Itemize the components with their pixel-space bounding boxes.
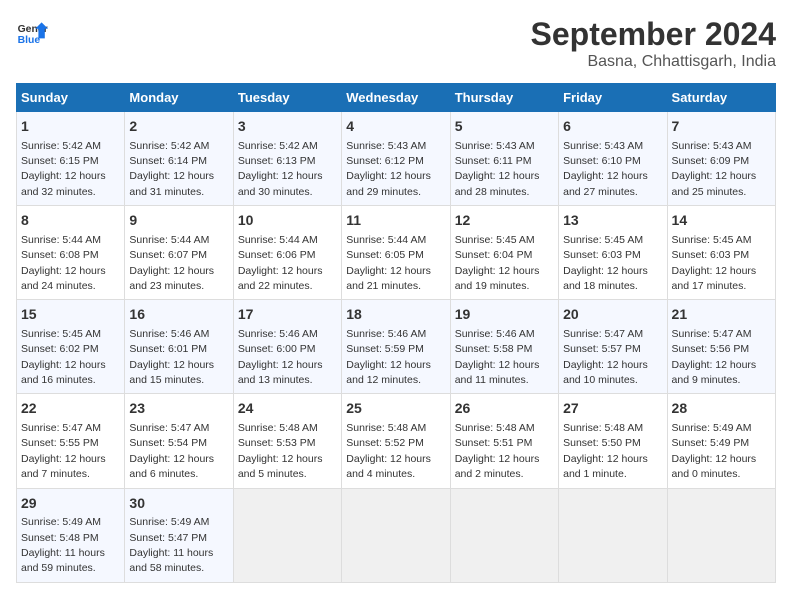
day-cell: 14 Sunrise: 5:45 AMSunset: 6:03 PMDaylig…: [667, 206, 775, 300]
page-header: General Blue September 2024 Basna, Chhat…: [16, 16, 776, 71]
svg-text:Blue: Blue: [18, 35, 41, 46]
day-cell: 6 Sunrise: 5:43 AMSunset: 6:10 PMDayligh…: [559, 112, 667, 206]
logo-icon: General Blue: [16, 16, 48, 48]
day-cell: 11 Sunrise: 5:44 AMSunset: 6:05 PMDaylig…: [342, 206, 450, 300]
day-cell: 5 Sunrise: 5:43 AMSunset: 6:11 PMDayligh…: [450, 112, 558, 206]
day-cell: 25 Sunrise: 5:48 AMSunset: 5:52 PMDaylig…: [342, 394, 450, 488]
day-cell: 1 Sunrise: 5:42 AMSunset: 6:15 PMDayligh…: [17, 112, 125, 206]
day-cell: 19 Sunrise: 5:46 AMSunset: 5:58 PMDaylig…: [450, 300, 558, 394]
day-cell: 12 Sunrise: 5:45 AMSunset: 6:04 PMDaylig…: [450, 206, 558, 300]
day-cell: 30 Sunrise: 5:49 AMSunset: 5:47 PMDaylig…: [125, 488, 233, 582]
day-cell: 21 Sunrise: 5:47 AMSunset: 5:56 PMDaylig…: [667, 300, 775, 394]
day-cell: 2 Sunrise: 5:42 AMSunset: 6:14 PMDayligh…: [125, 112, 233, 206]
logo: General Blue: [16, 16, 48, 48]
title-block: September 2024 Basna, Chhattisgarh, Indi…: [531, 16, 776, 71]
day-cell: 24 Sunrise: 5:48 AMSunset: 5:53 PMDaylig…: [233, 394, 341, 488]
col-saturday: Saturday: [667, 84, 775, 112]
day-cell: 15 Sunrise: 5:45 AMSunset: 6:02 PMDaylig…: [17, 300, 125, 394]
day-cell: 9 Sunrise: 5:44 AMSunset: 6:07 PMDayligh…: [125, 206, 233, 300]
day-cell: 23 Sunrise: 5:47 AMSunset: 5:54 PMDaylig…: [125, 394, 233, 488]
location: Basna, Chhattisgarh, India: [531, 53, 776, 71]
day-cell: 17 Sunrise: 5:46 AMSunset: 6:00 PMDaylig…: [233, 300, 341, 394]
day-cell: 16 Sunrise: 5:46 AMSunset: 6:01 PMDaylig…: [125, 300, 233, 394]
col-monday: Monday: [125, 84, 233, 112]
day-cell: 28 Sunrise: 5:49 AMSunset: 5:49 PMDaylig…: [667, 394, 775, 488]
day-cell: 18 Sunrise: 5:46 AMSunset: 5:59 PMDaylig…: [342, 300, 450, 394]
header-row: Sunday Monday Tuesday Wednesday Thursday…: [17, 84, 776, 112]
day-cell: 27 Sunrise: 5:48 AMSunset: 5:50 PMDaylig…: [559, 394, 667, 488]
day-cell: 8 Sunrise: 5:44 AMSunset: 6:08 PMDayligh…: [17, 206, 125, 300]
col-sunday: Sunday: [17, 84, 125, 112]
col-wednesday: Wednesday: [342, 84, 450, 112]
empty-cell: [450, 488, 558, 582]
day-cell: 7 Sunrise: 5:43 AMSunset: 6:09 PMDayligh…: [667, 112, 775, 206]
day-cell: 4 Sunrise: 5:43 AMSunset: 6:12 PMDayligh…: [342, 112, 450, 206]
day-cell: 3 Sunrise: 5:42 AMSunset: 6:13 PMDayligh…: [233, 112, 341, 206]
day-cell: 26 Sunrise: 5:48 AMSunset: 5:51 PMDaylig…: [450, 394, 558, 488]
col-friday: Friday: [559, 84, 667, 112]
table-row: 15 Sunrise: 5:45 AMSunset: 6:02 PMDaylig…: [17, 300, 776, 394]
empty-cell: [233, 488, 341, 582]
day-cell: 20 Sunrise: 5:47 AMSunset: 5:57 PMDaylig…: [559, 300, 667, 394]
table-row: 22 Sunrise: 5:47 AMSunset: 5:55 PMDaylig…: [17, 394, 776, 488]
col-thursday: Thursday: [450, 84, 558, 112]
table-row: 8 Sunrise: 5:44 AMSunset: 6:08 PMDayligh…: [17, 206, 776, 300]
col-tuesday: Tuesday: [233, 84, 341, 112]
table-row: 29 Sunrise: 5:49 AMSunset: 5:48 PMDaylig…: [17, 488, 776, 582]
day-cell: 13 Sunrise: 5:45 AMSunset: 6:03 PMDaylig…: [559, 206, 667, 300]
table-row: 1 Sunrise: 5:42 AMSunset: 6:15 PMDayligh…: [17, 112, 776, 206]
calendar-table: Sunday Monday Tuesday Wednesday Thursday…: [16, 83, 776, 583]
day-cell: 10 Sunrise: 5:44 AMSunset: 6:06 PMDaylig…: [233, 206, 341, 300]
empty-cell: [342, 488, 450, 582]
empty-cell: [559, 488, 667, 582]
day-cell: 22 Sunrise: 5:47 AMSunset: 5:55 PMDaylig…: [17, 394, 125, 488]
empty-cell: [667, 488, 775, 582]
month-title: September 2024: [531, 16, 776, 53]
day-cell: 29 Sunrise: 5:49 AMSunset: 5:48 PMDaylig…: [17, 488, 125, 582]
